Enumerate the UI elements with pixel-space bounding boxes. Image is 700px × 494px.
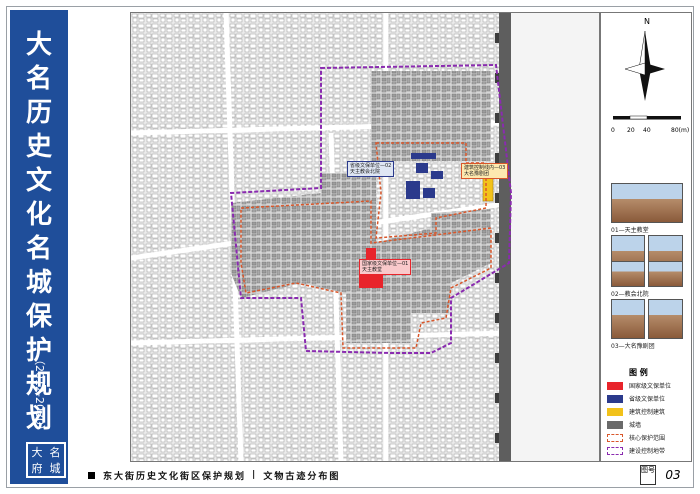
photo-opera-troupe-a	[611, 299, 645, 339]
page-number-label: 图号	[640, 465, 656, 485]
map-svg	[131, 13, 599, 461]
footer-separator: |	[252, 470, 258, 480]
legend-label: 省级文保单位	[629, 396, 666, 403]
title-sidebar: 大名历史文化名城保护规划 （2012-2030） 大名府城	[10, 10, 68, 484]
title-char: 大	[25, 30, 52, 60]
photo-north-courtyard-d	[648, 261, 683, 287]
seal-char: 大	[31, 446, 43, 459]
title-char: 文	[25, 166, 52, 196]
title-char: 名	[25, 64, 52, 94]
title-char: 名	[25, 234, 52, 264]
photo-caption-2: 02—教会北院	[611, 291, 649, 298]
north-arrow-icon	[613, 30, 681, 120]
building-control-label: 建筑控制线内—03 大名豫剧团	[461, 163, 509, 179]
legend-swatch	[607, 433, 623, 442]
legend-swatch	[607, 446, 623, 455]
footer-bar: 东大街历史文化街区保护规划 | 文物古迹分布图	[82, 465, 600, 485]
legend-item: 建设控制地带	[607, 444, 689, 457]
title-char: 史	[25, 132, 52, 162]
footer-subtitle: 文物古迹分布图	[263, 471, 341, 482]
legend-title: 图 例	[629, 368, 648, 377]
legend-label: 建筑控制建筑	[629, 409, 666, 416]
seal-char: 名	[49, 446, 61, 459]
outside-wall	[511, 13, 599, 461]
scale-tick-80: 80(m)	[671, 127, 690, 134]
legend-swatch	[607, 381, 623, 390]
title-char: 化	[25, 200, 52, 230]
title-char: 历	[25, 98, 52, 128]
photo-caption-3: 03—大名豫剧团	[611, 343, 655, 350]
info-panel: N 0 20 40 80(m) 01—天主教堂 02—教会北院 03—大名豫剧团…	[600, 12, 692, 462]
photo-opera-troupe-b	[648, 299, 683, 339]
legend-label: 建设控制地带	[629, 448, 666, 455]
legend-swatch	[607, 420, 623, 429]
legend-item: 核心保护范围	[607, 431, 689, 444]
footer-title: 东大街历史文化街区保护规划	[103, 471, 247, 482]
photo-north-courtyard-c	[611, 261, 645, 287]
seal-logo: 大名府城	[26, 442, 66, 478]
map-canvas[interactable]: 省级文保单位—02 天主教会北院 国家级文保单位—01 天主教堂 建筑控制线内—…	[130, 12, 600, 462]
legend-swatch	[607, 407, 623, 416]
photo-church	[611, 183, 683, 223]
legend-label: 国家级文保单位	[629, 383, 672, 390]
legend-item: 城墙	[607, 418, 689, 431]
photo-caption-1: 01—天主教堂	[611, 227, 649, 234]
provincial-site-label: 省级文保单位—02 天主教会北院	[347, 161, 395, 177]
page-number: 03	[665, 468, 681, 482]
legend-label: 核心保护范围	[629, 435, 666, 442]
legend-label: 城墙	[629, 422, 642, 429]
legend: 国家级文保单位 省级文保单位 建筑控制建筑 城墙核心保护范围 建设控制地带	[607, 379, 689, 457]
legend-swatch	[607, 394, 623, 403]
seal-char: 城	[49, 462, 61, 475]
legend-item: 国家级文保单位	[607, 379, 689, 392]
scale-tick-20: 20	[627, 127, 635, 134]
footer-square-icon	[88, 471, 95, 479]
scale-tick-40: 40	[643, 127, 651, 134]
national-site-label: 国家级文保单位—01 天主教堂	[359, 259, 412, 275]
legend-item: 建筑控制建筑	[607, 405, 689, 418]
legend-item: 省级文保单位	[607, 392, 689, 405]
scale-tick-0: 0	[611, 127, 615, 134]
title-char: 保	[25, 302, 52, 332]
seal-char: 府	[31, 462, 43, 475]
north-compound	[371, 71, 491, 161]
title-char: 城	[25, 268, 52, 298]
plan-years: （2012-2030）	[33, 354, 46, 436]
